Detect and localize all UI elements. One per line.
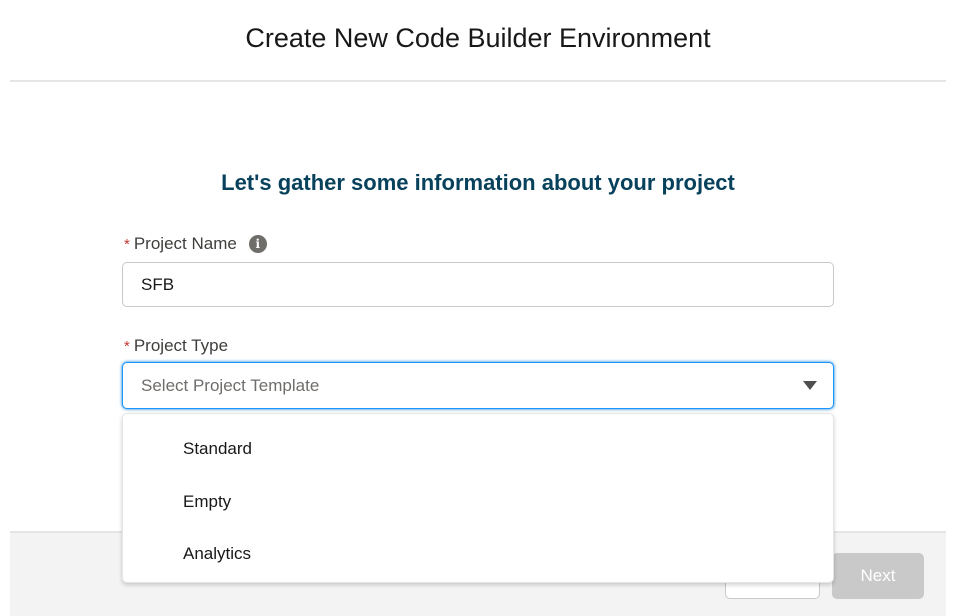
project-name-label-text: Project Name — [133, 234, 237, 253]
dropdown-option-analytics[interactable]: Analytics — [123, 528, 833, 581]
chevron-down-icon — [803, 381, 817, 390]
info-icon[interactable]: i — [248, 235, 267, 253]
next-button[interactable]: Next — [832, 553, 924, 599]
required-marker: * — [124, 235, 130, 253]
modal-header: Create New Code Builder Environment — [10, 0, 946, 82]
project-type-placeholder: Select Project Template — [141, 375, 320, 395]
project-type-label: * Project Type — [124, 336, 228, 356]
project-type-label-text: Project Type — [133, 336, 229, 355]
project-template-dropdown: Standard Empty Analytics — [122, 413, 834, 583]
modal-title: Create New Code Builder Environment — [245, 23, 711, 53]
section-heading: Let's gather some information about your… — [221, 170, 735, 195]
dropdown-option-empty[interactable]: Empty — [123, 476, 833, 529]
project-name-label: * Project Name i — [124, 234, 267, 254]
project-type-combobox[interactable]: Select Project Template — [122, 362, 834, 409]
project-name-input[interactable] — [122, 262, 834, 307]
dropdown-option-standard[interactable]: Standard — [123, 423, 833, 476]
required-marker: * — [124, 337, 130, 355]
